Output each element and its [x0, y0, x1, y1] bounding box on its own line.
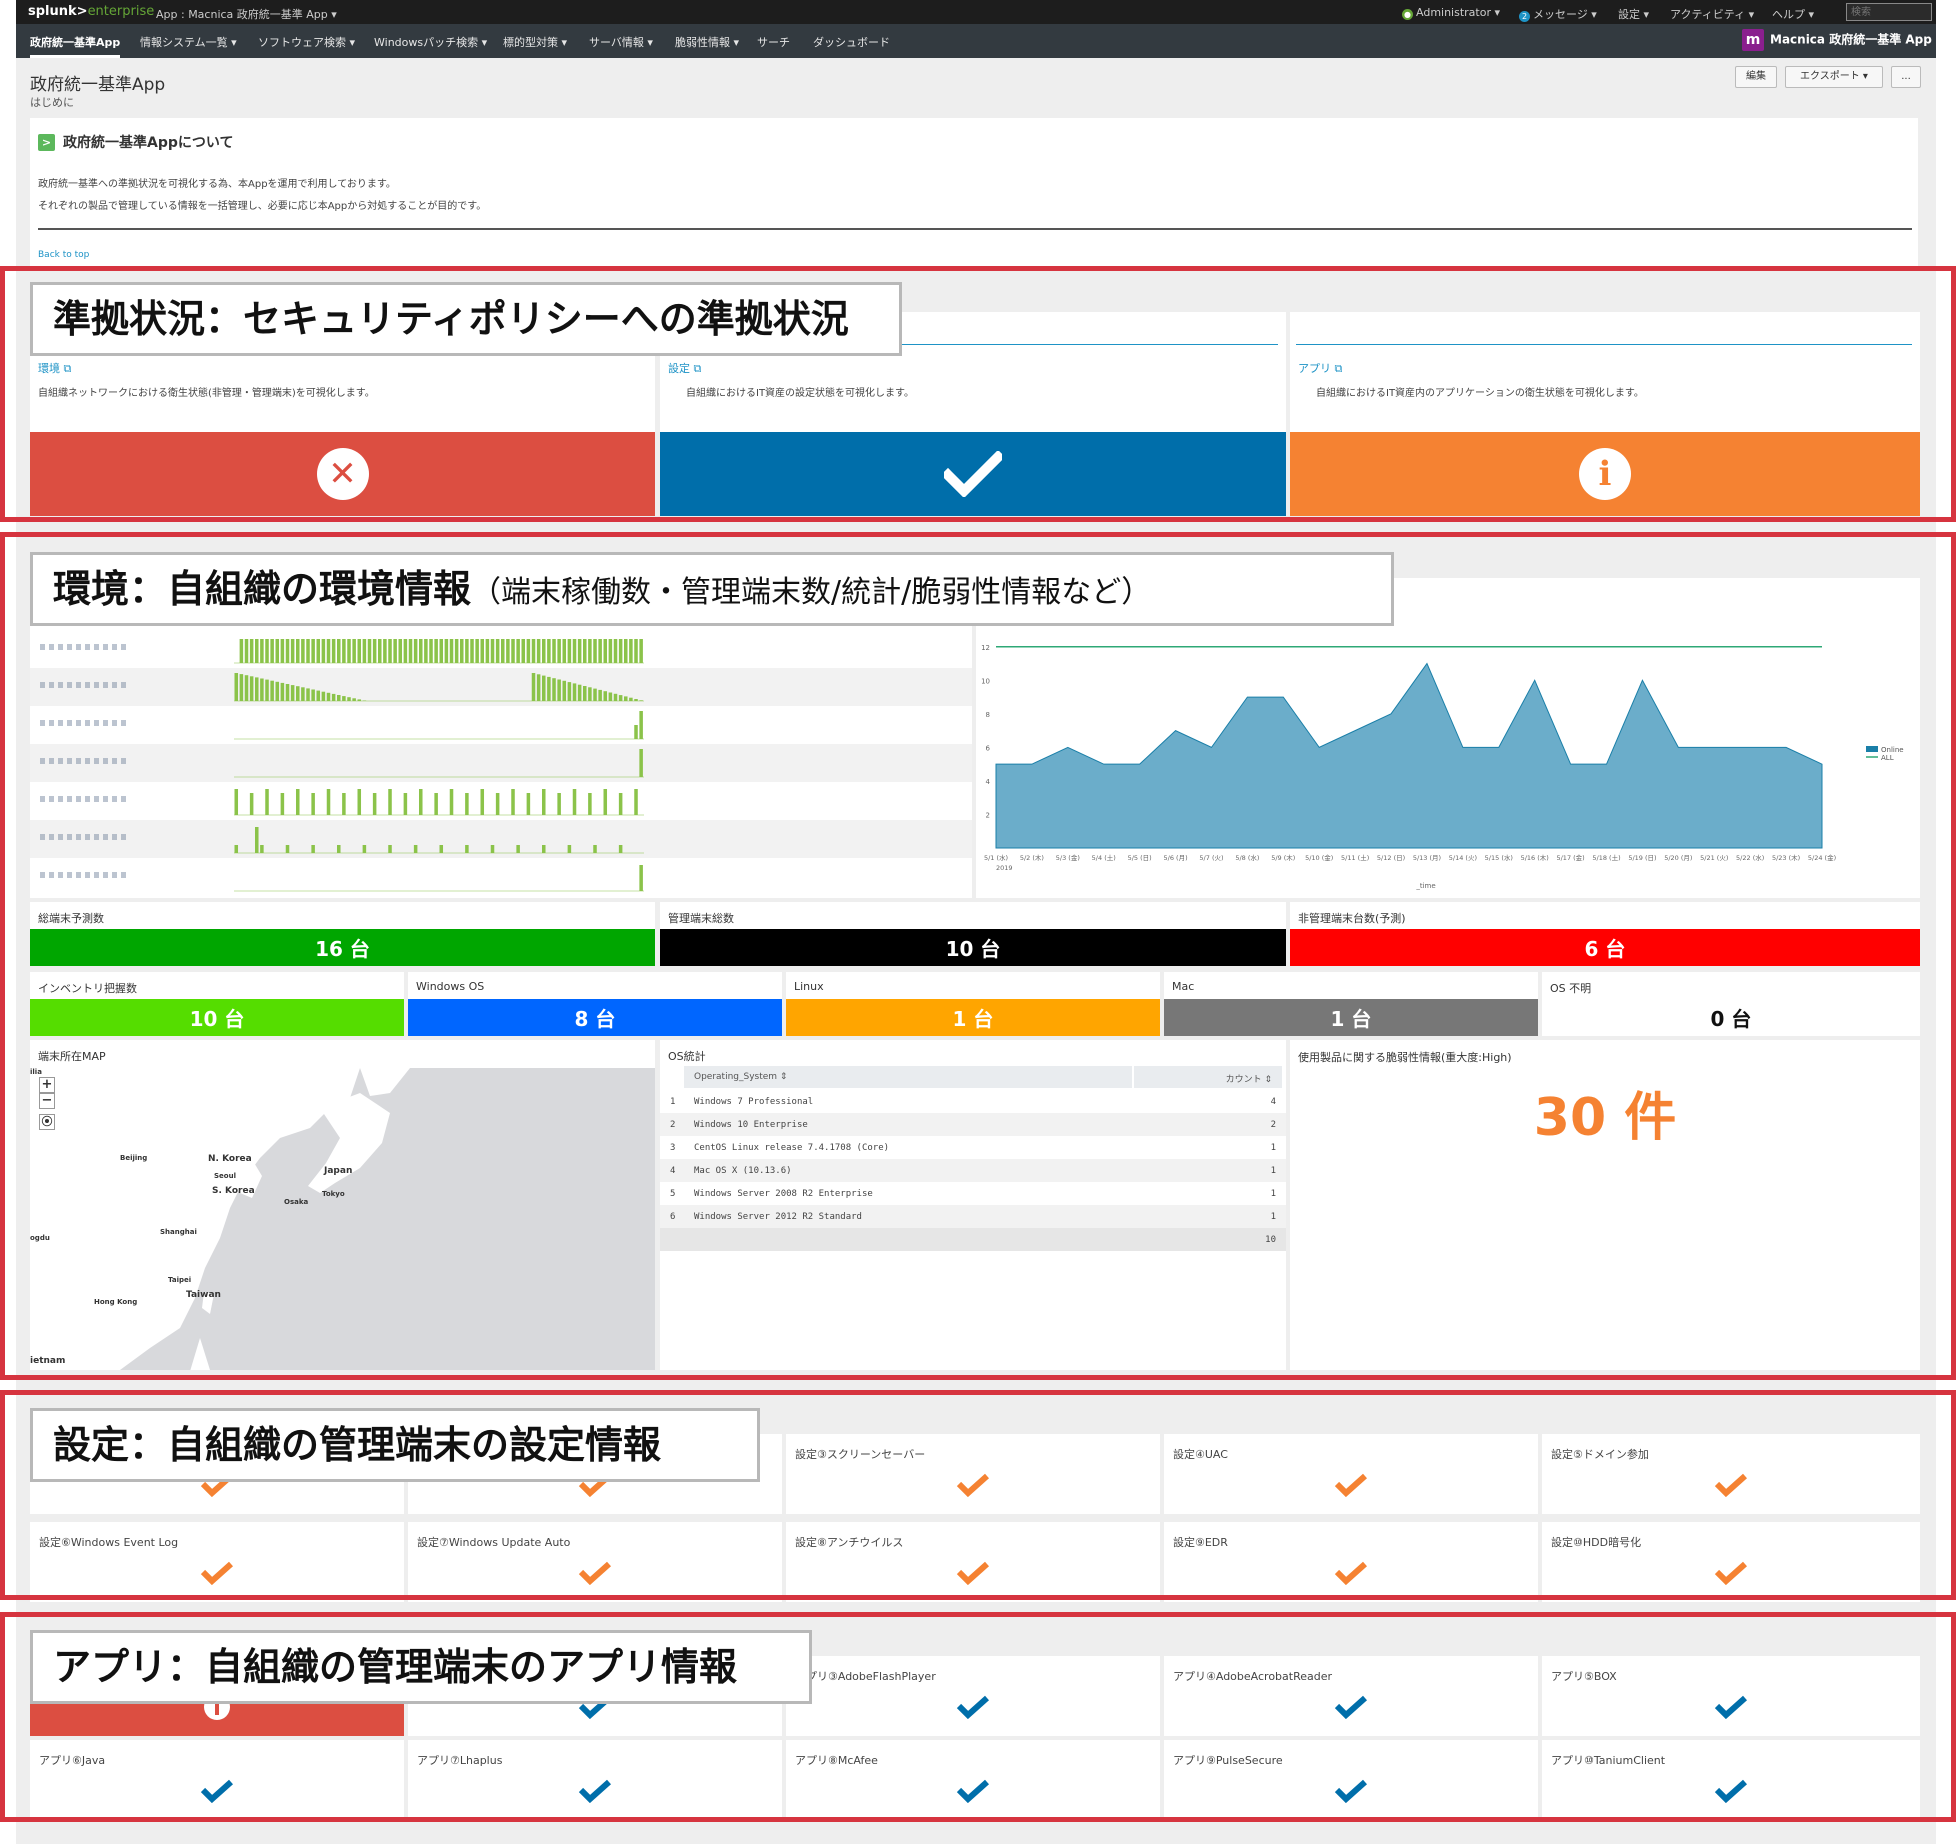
nav-item-vulnerability[interactable]: 脆弱性情報 ▾ [675, 34, 739, 50]
nav-item-home[interactable]: 政府統一基準App [30, 34, 121, 58]
app-brand: m Macnica 政府統一基準 App [1742, 29, 1932, 51]
nav-item-windows-patch[interactable]: Windowsパッチ検索 ▾ [374, 34, 487, 50]
edit-button[interactable]: 編集 [1735, 66, 1777, 88]
environment-callout: 環境：自組織の環境情報（端末稼働数・管理端末数/統計/脆弱性情報など） [30, 552, 1394, 626]
splunk-top-bar: splunk>enterprise App : Macnica 政府統一基準 A… [16, 0, 1936, 24]
app-nav-bar: 政府統一基準App 情報システム一覧 ▾ ソフトウェア検索 ▾ Windowsパ… [16, 24, 1936, 58]
nav-item-software-search[interactable]: ソフトウェア検索 ▾ [258, 34, 355, 50]
help-menu[interactable]: ヘルプ ▾ [1772, 6, 1814, 22]
chevron-right-icon: > [38, 134, 55, 151]
settings-menu[interactable]: 設定 ▾ [1618, 6, 1649, 22]
page-subtitle: はじめに [30, 96, 74, 109]
user-status-icon: ● [1402, 9, 1413, 20]
back-to-top-link[interactable]: Back to top [38, 250, 89, 260]
message-count-badge: 2 [1519, 11, 1530, 22]
activity-menu[interactable]: アクティビティ ▾ [1670, 6, 1754, 22]
nav-item-server-info[interactable]: サーバ情報 ▾ [589, 34, 653, 50]
apps-callout: アプリ：自組織の管理端末のアプリ情報 [30, 1630, 812, 1704]
intro-divider [38, 228, 1912, 230]
intro-title: > 政府統一基準Appについて [38, 132, 233, 152]
intro-line-2: それぞれの製品で管理している情報を一括管理し、必要に応じ本Appから対処すること… [38, 201, 487, 212]
user-menu[interactable]: ● Administrator ▾ [1402, 6, 1500, 20]
intro-line-1: 政府統一基準への準拠状況を可視化する為、本Appを運用で利用しております。 [38, 179, 396, 190]
compliance-callout: 準拠状況：セキュリティポリシーへの準拠状況 [30, 282, 902, 356]
nav-item-targeted-attack[interactable]: 標的型対策 ▾ [503, 34, 567, 50]
environment-highlight-box [0, 532, 1956, 1380]
messages-menu[interactable]: 2 メッセージ ▾ [1519, 6, 1597, 22]
nav-item-dashboards[interactable]: ダッシュボード [813, 34, 890, 50]
nav-item-system-list[interactable]: 情報システム一覧 ▾ [140, 34, 237, 50]
intro-panel [30, 118, 1918, 268]
splunk-logo[interactable]: splunk>enterprise [28, 4, 154, 19]
more-button[interactable]: ... [1891, 66, 1921, 88]
macnica-logo-icon: m [1742, 29, 1764, 51]
search-input[interactable] [1846, 3, 1932, 21]
nav-item-search[interactable]: サーチ [757, 34, 790, 50]
app-menu[interactable]: App : Macnica 政府統一基準 App ▾ [156, 6, 337, 22]
settings-callout: 設定：自組織の管理端末の設定情報 [30, 1408, 760, 1482]
export-button[interactable]: エクスポート ▾ [1785, 66, 1883, 88]
page-title: 政府統一基準App [30, 75, 166, 95]
